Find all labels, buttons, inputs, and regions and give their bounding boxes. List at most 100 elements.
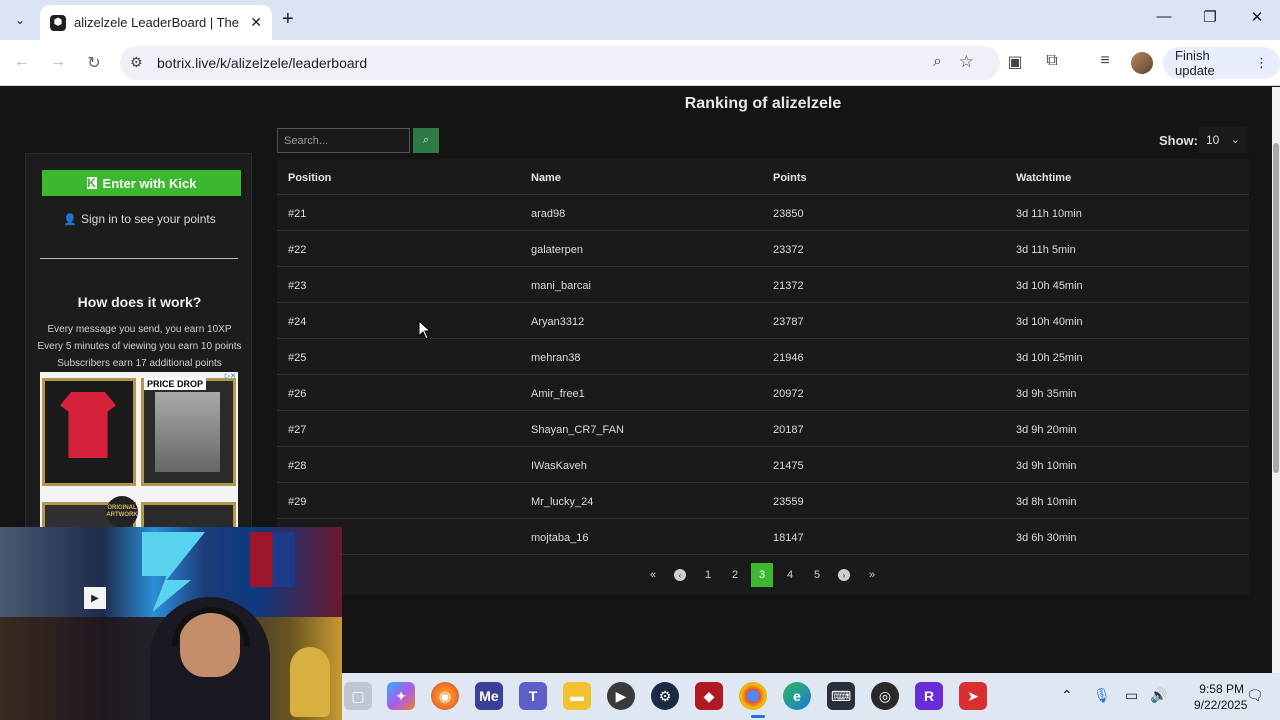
next-page-icon[interactable]: ›	[833, 563, 855, 587]
chrome-icon[interactable]	[739, 682, 767, 710]
search-icon: ⌕	[422, 134, 430, 146]
tab-close-icon[interactable]: ✕	[250, 14, 262, 31]
search-input[interactable]	[277, 128, 410, 153]
more-menu-icon[interactable]: ⋮	[1255, 55, 1268, 71]
red-app-icon[interactable]: ◆	[695, 682, 723, 710]
page-link-2[interactable]: 2	[724, 563, 746, 587]
notification-icon[interactable]: 🗨	[1246, 687, 1264, 704]
enter-with-kick-button[interactable]: K Enter with Kick	[42, 170, 241, 196]
cell-name: Aryan3312	[531, 316, 585, 328]
network-icon[interactable]: ▭	[1125, 687, 1138, 704]
new-tab-plus-icon[interactable]: +	[282, 9, 294, 29]
ad-shirt-graphic	[60, 392, 116, 458]
microphone-icon[interactable]: 🎙	[1093, 687, 1111, 704]
obs-icon[interactable]: ◎	[871, 682, 899, 710]
table-row: #26 Amir_free1 20972 3d 9h 35min	[277, 375, 1249, 411]
tray-overflow-chevron-icon[interactable]: ⌃	[1061, 687, 1073, 704]
cell-position: #29	[288, 496, 307, 508]
user-icon: 👤	[63, 214, 77, 226]
bookmark-star-icon[interactable]: ☆	[959, 52, 974, 72]
ad-choices-icon[interactable]: ▷✕	[225, 372, 236, 380]
cell-name: Amir_free1	[531, 388, 585, 400]
cell-watchtime: 3d 6h 30min	[1016, 532, 1077, 544]
cell-name: galaterpen	[531, 244, 583, 256]
cell-watchtime: 3d 9h 10min	[1016, 460, 1077, 472]
chevron-down-icon: ⌄	[1230, 134, 1240, 146]
cell-name: mehran38	[531, 352, 581, 364]
sidebar-divider	[40, 258, 238, 259]
table-header: Position Name Points Watchtime	[277, 159, 1249, 195]
page-link-4[interactable]: 4	[779, 563, 801, 587]
chrome-active-indicator	[751, 715, 765, 718]
cell-position: #22	[288, 244, 307, 256]
file-explorer-icon[interactable]: ▬	[563, 682, 591, 710]
video-play-icon: ▶	[84, 587, 106, 609]
browser-toolbar: ← → ↻ ⚙ botrix.live/k/alizelzele/leaderb…	[0, 40, 1280, 86]
volume-icon[interactable]: 🔊	[1150, 687, 1167, 704]
cell-name: arad98	[531, 208, 566, 220]
copilot-icon[interactable]: ✦	[387, 682, 415, 710]
scrollbar-thumb[interactable]	[1273, 143, 1279, 473]
edge-icon[interactable]: e	[783, 682, 811, 710]
media-encoder-icon[interactable]: Me	[475, 682, 503, 710]
steam-icon[interactable]: ⚙	[651, 682, 679, 710]
keyboard-app-icon[interactable]: ⌨	[827, 682, 855, 710]
clock-time: 9:58 PM	[1199, 682, 1244, 696]
pagination: « ‹ 1 2 3 4 5 › »	[277, 563, 1249, 591]
page-scrollbar[interactable]	[1272, 87, 1280, 673]
reload-icon[interactable]: ↻	[84, 53, 104, 73]
show-label: Show:	[1159, 133, 1198, 148]
teams-icon[interactable]: T	[519, 682, 547, 710]
search-button[interactable]: ⌕	[413, 128, 439, 153]
zoom-magnifier-icon[interactable]: ⌕	[933, 53, 942, 71]
forward-arrow-icon[interactable]: →	[48, 53, 68, 71]
sign-in-link[interactable]: 👤 Sign in to see your points	[26, 212, 253, 226]
cell-points: 21372	[773, 280, 804, 292]
extensions-puzzle-icon[interactable]: ⧉	[1041, 52, 1063, 70]
page-link-3-current[interactable]: 3	[751, 563, 773, 587]
window-restore-icon[interactable]: ❐	[1198, 8, 1222, 26]
browser-tab-active[interactable]: ⬢ alizelzele LeaderBoard | The be ✕	[40, 5, 272, 40]
table-row: #29 Mr_lucky_24 23559 3d 8h 10min	[277, 483, 1249, 519]
cell-points: 23372	[773, 244, 804, 256]
botrix-favicon-icon: ⬢	[50, 14, 66, 31]
last-page-icon[interactable]: »	[861, 563, 883, 587]
column-header-name[interactable]: Name	[531, 172, 561, 184]
window-close-icon[interactable]: ✕	[1245, 8, 1269, 26]
cell-position: #28	[288, 460, 307, 472]
leaderboard-table: Position Name Points Watchtime #21 arad98…	[277, 159, 1249, 595]
previous-page-icon[interactable]: ‹	[669, 563, 691, 587]
media-control-icon[interactable]: ≡	[1094, 52, 1116, 70]
site-info-icon[interactable]: ⚙	[130, 54, 143, 71]
page-link-1[interactable]: 1	[697, 563, 719, 587]
profile-avatar[interactable]	[1131, 52, 1153, 74]
r-app-icon[interactable]: R	[915, 682, 943, 710]
cell-position: #25	[288, 352, 307, 364]
first-page-icon[interactable]: «	[642, 563, 664, 587]
how-it-works-line: Every 5 minutes of viewing you earn 10 p…	[37, 341, 242, 352]
column-header-position[interactable]: Position	[288, 172, 331, 184]
extension-app-icon[interactable]: ▣	[1004, 52, 1026, 72]
how-it-works-title: How does it work?	[77, 294, 202, 310]
finish-update-button[interactable]: Finish update ⋮	[1163, 47, 1280, 79]
firefox-icon[interactable]: ◉	[431, 682, 459, 710]
how-it-works-line: Subscribers earn 17 additional points	[57, 358, 222, 369]
address-url[interactable]: botrix.live/k/alizelzele/leaderboard	[157, 55, 367, 71]
arrow-app-icon[interactable]: ➤	[959, 682, 987, 710]
taskbar-clock[interactable]: 9:58 PM 9/22/2025	[1194, 681, 1247, 713]
taskbar-app-icon[interactable]: ▢	[344, 682, 372, 710]
column-header-watchtime[interactable]: Watchtime	[1016, 172, 1071, 184]
address-bar[interactable]: ⚙ botrix.live/k/alizelzele/leaderboard ⌕…	[120, 46, 1000, 80]
webcam-overlay: ▶	[0, 527, 342, 720]
column-header-points[interactable]: Points	[773, 172, 807, 184]
media-player-icon[interactable]: ▶	[607, 682, 635, 710]
page-size-select[interactable]: 10 ⌄	[1199, 127, 1247, 153]
table-row: #28 IWasKaveh 21475 3d 9h 10min	[277, 447, 1249, 483]
window-minimize-icon[interactable]: —	[1152, 8, 1176, 25]
page-link-5[interactable]: 5	[806, 563, 828, 587]
back-arrow-icon[interactable]: ←	[12, 53, 32, 71]
tab-title: alizelzele LeaderBoard | The be	[74, 15, 242, 30]
cell-watchtime: 3d 10h 25min	[1016, 352, 1083, 364]
tab-search-chevron-icon[interactable]: ⌄	[8, 9, 32, 31]
cell-watchtime: 3d 10h 45min	[1016, 280, 1083, 292]
